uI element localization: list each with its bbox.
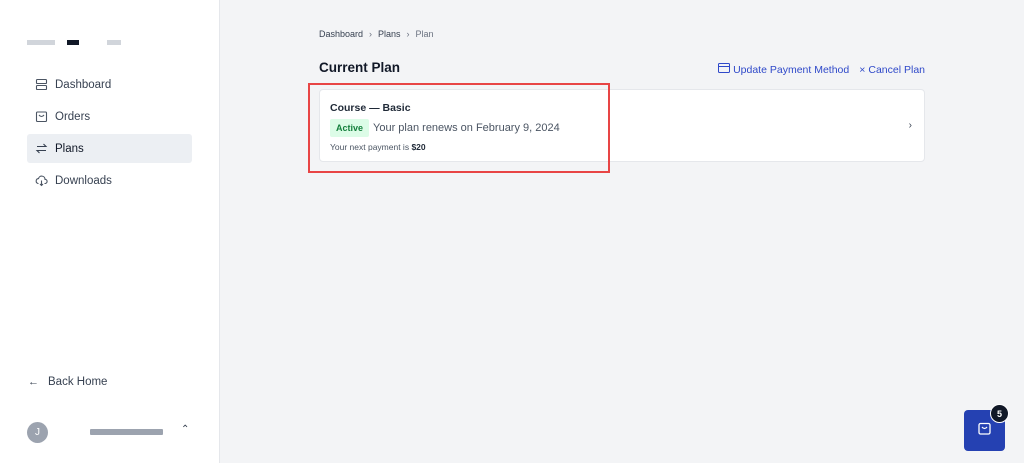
- shopping-bag-icon: [35, 110, 48, 123]
- back-home-label: Back Home: [48, 376, 108, 388]
- back-home-link[interactable]: ← Back Home: [28, 376, 107, 388]
- user-name-redacted: [90, 429, 163, 435]
- server-icon: [35, 78, 48, 91]
- cloud-download-icon: [35, 174, 48, 187]
- breadcrumb-dashboard[interactable]: Dashboard: [319, 29, 363, 39]
- chevron-up-icon: ⌃: [181, 424, 190, 435]
- sidebar-item-downloads[interactable]: Downloads: [27, 166, 192, 195]
- main-content: Dashboard › Plans › Plan Current Plan Up…: [219, 0, 1024, 463]
- cancel-plan-label: Cancel Plan: [868, 63, 925, 76]
- header-actions: Update Payment Method × Cancel Plan: [718, 63, 925, 76]
- close-icon: ×: [859, 63, 866, 76]
- plan-name: Course — Basic: [330, 102, 411, 114]
- arrows-exchange-icon: [35, 142, 48, 155]
- sidebar: Dashboard Orders Plans Downloads ← Back …: [0, 0, 220, 463]
- cart-count-badge: 5: [990, 404, 1009, 423]
- breadcrumb-current: Plan: [415, 29, 434, 39]
- sidebar-item-label: Dashboard: [55, 78, 112, 91]
- chevron-right-icon: ›: [908, 120, 912, 131]
- cancel-plan-button[interactable]: × Cancel Plan: [859, 63, 925, 76]
- sidebar-item-label: Plans: [55, 142, 84, 155]
- next-payment-prefix: Your next payment is: [330, 142, 410, 152]
- credit-card-icon: [718, 63, 731, 76]
- arrow-left-icon: ←: [28, 376, 39, 388]
- plan-card[interactable]: Course — Basic Active Your plan renews o…: [319, 89, 925, 162]
- plan-status-row: Active Your plan renews on February 9, 2…: [330, 119, 560, 137]
- renewal-text: Your plan renews on February 9, 2024: [373, 122, 560, 134]
- avatar: J: [27, 421, 48, 443]
- chevron-right-icon: ›: [369, 29, 373, 39]
- chevron-right-icon: ›: [406, 29, 410, 39]
- breadcrumb: Dashboard › Plans › Plan: [319, 29, 434, 39]
- status-badge: Active: [330, 119, 370, 137]
- breadcrumb-plans[interactable]: Plans: [378, 29, 401, 39]
- next-payment-text: Your next payment is $20: [330, 142, 426, 152]
- user-menu[interactable]: J ⌃: [27, 421, 192, 443]
- next-payment-amount: $20: [411, 142, 426, 152]
- sidebar-nav: Dashboard Orders Plans Downloads: [27, 70, 192, 198]
- shopping-bag-icon: [977, 421, 992, 441]
- sidebar-item-orders[interactable]: Orders: [27, 102, 192, 131]
- sidebar-item-label: Downloads: [55, 174, 112, 187]
- page-title: Current Plan: [319, 60, 401, 75]
- update-payment-method-label: Update Payment Method: [733, 63, 850, 76]
- sidebar-item-label: Orders: [55, 110, 91, 123]
- sidebar-item-plans[interactable]: Plans: [27, 134, 192, 163]
- sidebar-item-dashboard[interactable]: Dashboard: [27, 70, 192, 99]
- update-payment-method-button[interactable]: Update Payment Method: [718, 63, 849, 76]
